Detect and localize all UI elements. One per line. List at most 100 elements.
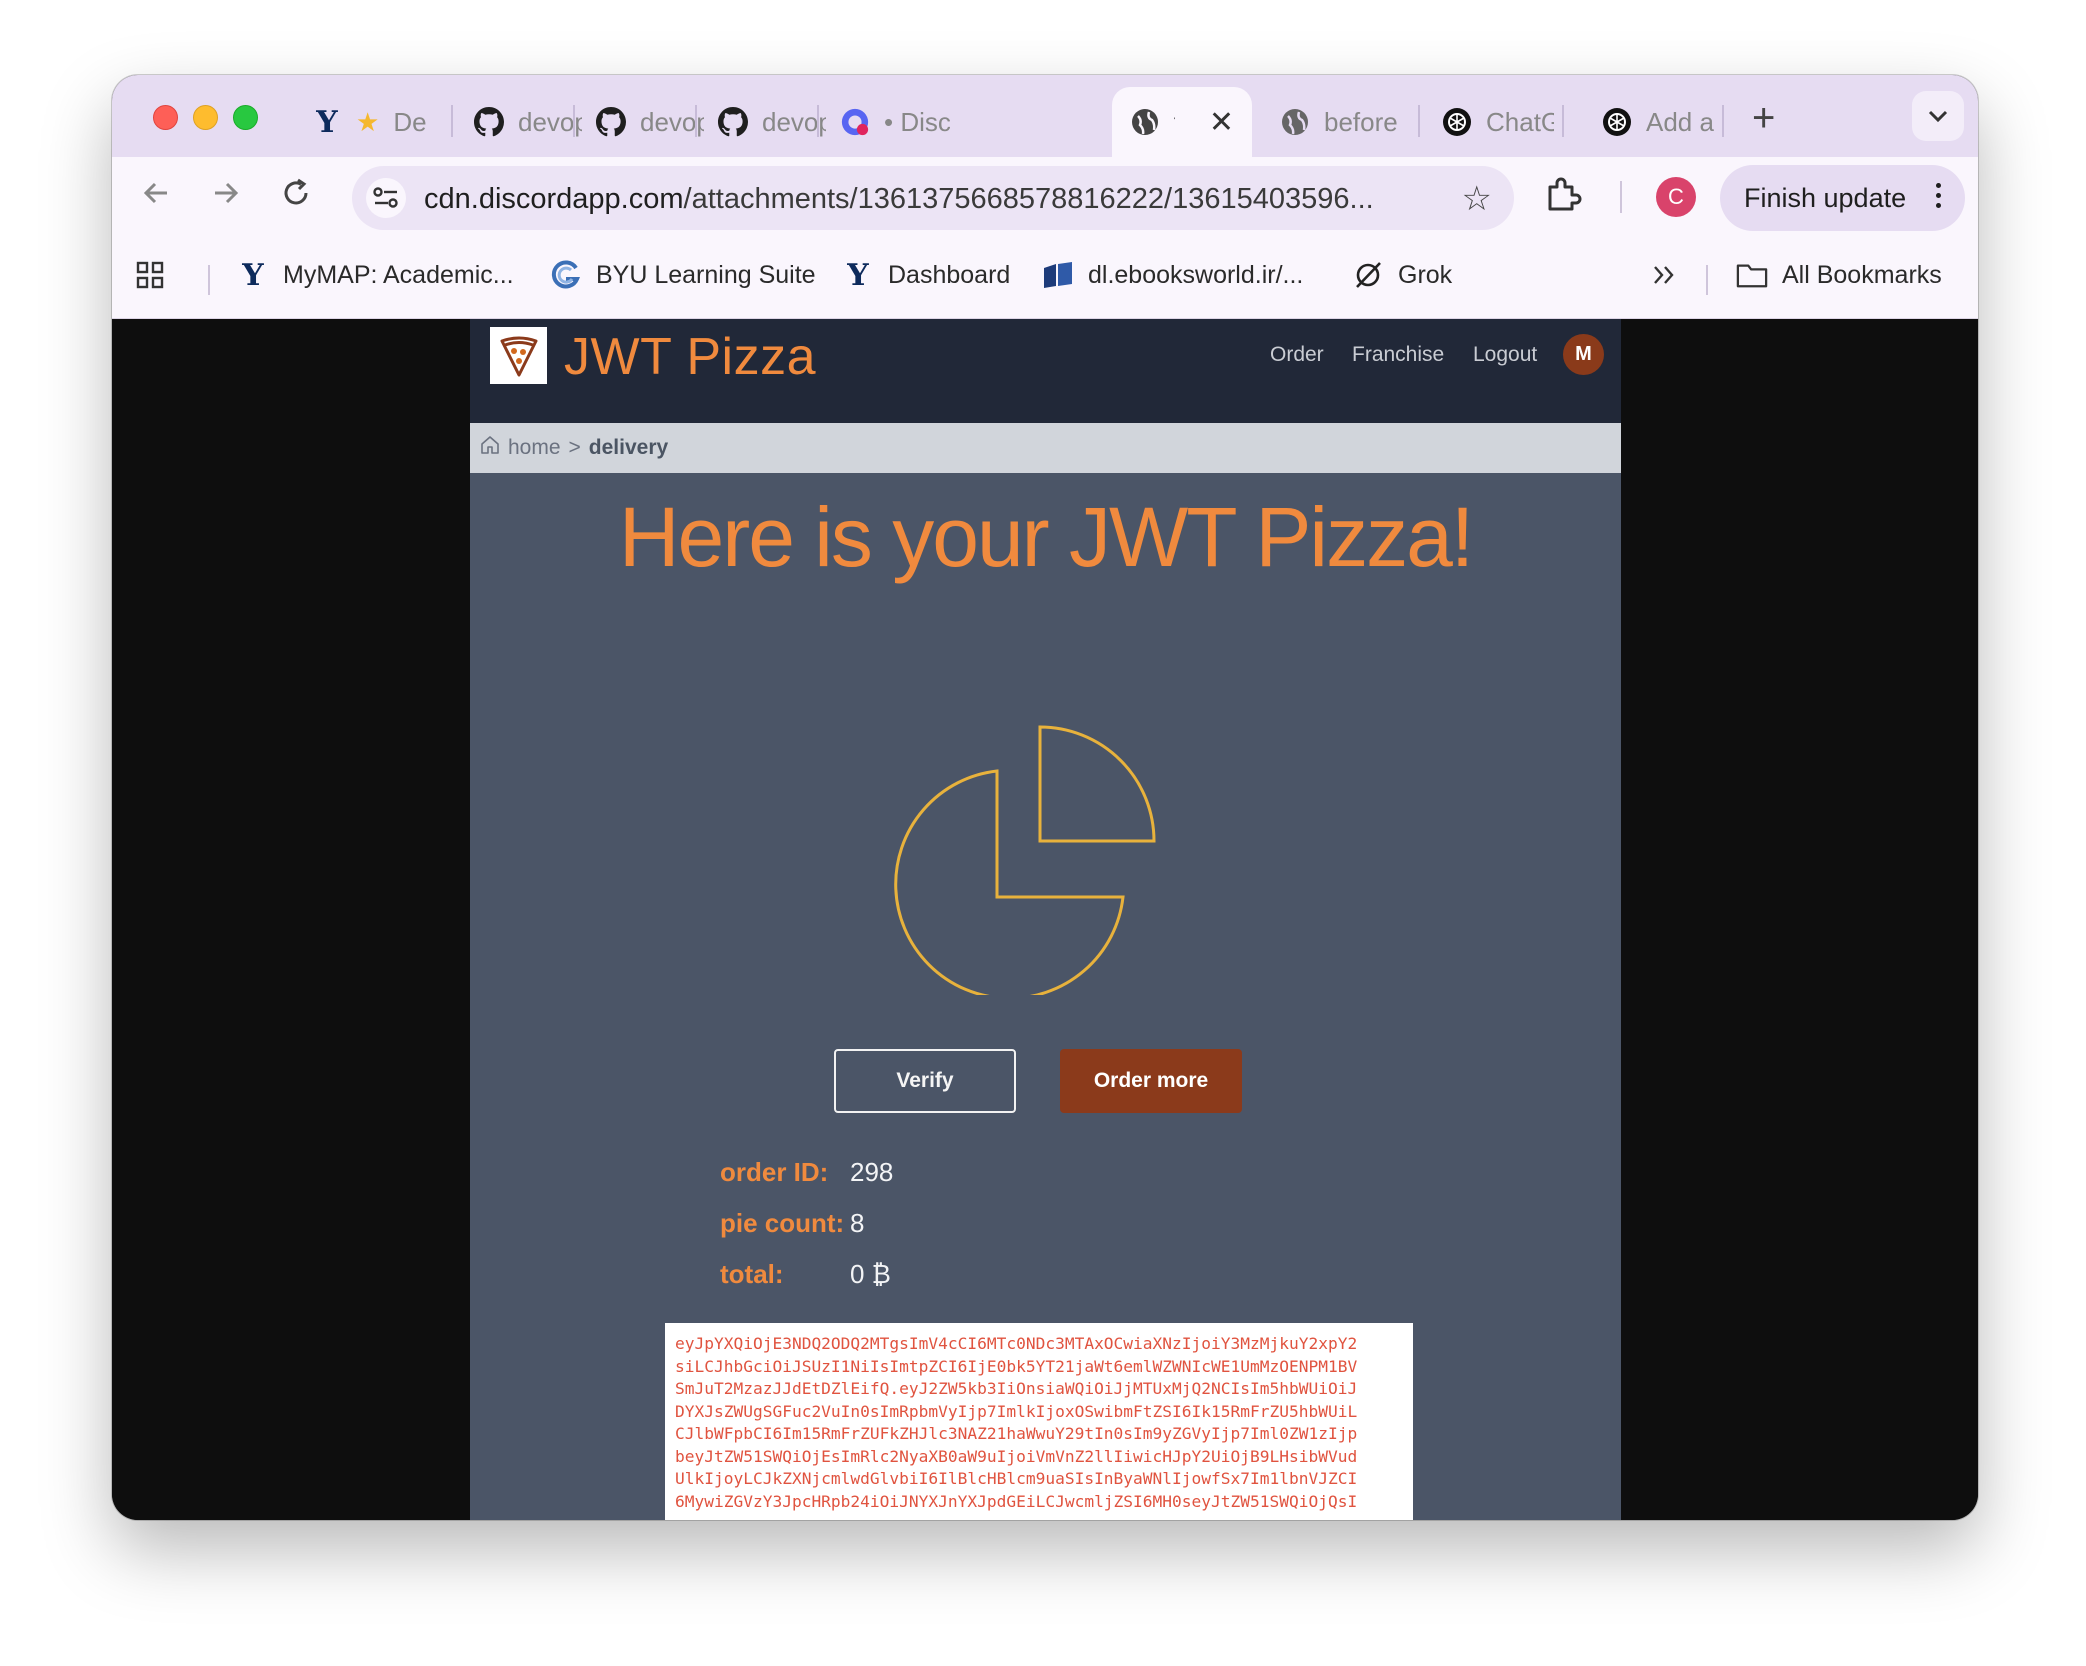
finish-update-button[interactable]: Finish update (1720, 165, 1965, 231)
tab-5-label: • Disc (884, 106, 950, 137)
nav-logout-link[interactable]: Logout (1473, 343, 1537, 367)
bookmark-mymap-label: MyMAP: Academic... (283, 260, 514, 289)
pizza-pie-icon (890, 695, 1190, 1000)
tab-7[interactable]: before (1280, 87, 1410, 157)
pie-count-value: 8 (850, 1208, 865, 1238)
jwt-line: eyJpYXQiOjE3NDQ2ODQ2MTgsImV4cCI6MTc0NDc3… (675, 1334, 1358, 1353)
browser-window: Y ★ De devop devop devop • Disc ✕ before… (112, 75, 1978, 1520)
reload-button[interactable] (272, 173, 320, 221)
globe-icon (1280, 107, 1310, 137)
bookmark-learning-suite-label: BYU Learning Suite (596, 260, 816, 289)
page-title: Here is your JWT Pizza! (618, 490, 1474, 584)
folder-icon (1736, 259, 1768, 291)
url-path: /attachments/1361375668578816222/1361540… (683, 183, 1374, 215)
bookmark-star-icon[interactable]: ☆ (1462, 179, 1492, 219)
more-bookmarks-button[interactable] (1648, 255, 1680, 295)
new-tab-button[interactable]: + (1752, 98, 1775, 138)
extensions-icon[interactable] (1542, 175, 1582, 220)
double-chevron-right-icon (1648, 259, 1680, 291)
jwt-line: DYXJsZWUgSGFuc2VuIn0sImRpbmVyIjp7ImlkIjo… (675, 1401, 1358, 1421)
minimize-window-button[interactable] (193, 105, 218, 130)
breadcrumb-current: delivery (588, 436, 669, 459)
breadcrumb-home-link[interactable]: home (508, 436, 561, 460)
bookmarks-bar: Y MyMAP: Academic... BYU Learning Suite … (112, 237, 1978, 319)
jwt-line: SmJuT2MzazJJdEtDZlEifQ.eyJ2ZW5kb3IiOnsia… (675, 1379, 1358, 1398)
apps-button[interactable] (134, 255, 166, 295)
apps-grid-icon (134, 259, 166, 291)
book-icon (1042, 259, 1074, 291)
all-bookmarks-label: All Bookmarks (1782, 260, 1942, 289)
tab-active[interactable]: fr ✕ (1112, 87, 1252, 157)
tab-2[interactable]: devop (474, 87, 582, 157)
jwt-pizza-app: JWT Pizza Order Franchise Logout M home … (470, 319, 1621, 1520)
jwt-line: beyJtZW51SWQiOjEsImRlc2NyaXB0aW9uIjoiVmV… (675, 1446, 1358, 1466)
page-viewport: JWT Pizza Order Franchise Logout M home … (112, 319, 1978, 1520)
app-header: JWT Pizza Order Franchise Logout M (470, 319, 1621, 423)
jwt-line: UlkIjoyLCJkZXNjcmlwdGlvbiI6IlBlcHBlcm9ua… (675, 1469, 1358, 1488)
tab-separator (1722, 105, 1724, 137)
tab-strip: Y ★ De devop devop devop • Disc ✕ before… (112, 75, 1978, 157)
jwt-token-box: eyJpYXQiOjE3NDQ2ODQ2MTgsImV4cCI6MTc0NDc3… (665, 1323, 1413, 1520)
reload-icon (281, 178, 311, 217)
nav-franchise-link[interactable]: Franchise (1352, 343, 1444, 367)
tab-4[interactable]: devop (718, 87, 826, 157)
tab-5[interactable]: • Disc (840, 87, 950, 157)
tab-separator (573, 105, 575, 137)
bookmark-ebooksworld[interactable]: dl.ebooksworld.ir/... (1042, 255, 1303, 295)
tab-separator (1562, 105, 1564, 137)
forward-arrow-icon (211, 178, 241, 217)
verify-button[interactable]: Verify (834, 1049, 1016, 1113)
star-icon: ★ (356, 106, 380, 137)
jwt-line: 6MywiZGVzY3JpcHRpb24iOiJNYXJnYXJpdGEiLCJ… (675, 1491, 1358, 1511)
github-icon (596, 107, 626, 137)
tab-separator (695, 105, 697, 137)
tab-1[interactable]: Y ★ De (312, 87, 427, 157)
learning-suite-icon (550, 259, 582, 291)
byu-y-icon: Y (847, 257, 869, 293)
toolbar-separator (1620, 181, 1622, 213)
tab-8[interactable]: ChatG (1442, 87, 1554, 157)
tab-separator (451, 105, 453, 137)
order-more-button[interactable]: Order more (1060, 1049, 1242, 1113)
bookmark-grok[interactable]: Grok (1352, 255, 1452, 295)
bookmark-dashboard-label: Dashboard (888, 260, 1011, 289)
nav-order-link[interactable]: Order (1270, 343, 1324, 367)
breadcrumb-separator: > (568, 436, 581, 459)
address-bar[interactable]: cdn.discordapp.com/attachments/136137566… (352, 166, 1514, 230)
pizza-logo-icon[interactable] (490, 327, 547, 384)
profile-avatar[interactable]: C (1656, 177, 1696, 217)
tab-active-label: fr (1174, 107, 1175, 138)
openai-icon (1602, 107, 1632, 137)
user-avatar[interactable]: M (1563, 334, 1604, 375)
app-brand[interactable]: JWT Pizza (564, 327, 816, 387)
tab-9-label: Add a (1646, 106, 1714, 137)
close-window-button[interactable] (153, 105, 178, 130)
tab-search-button[interactable] (1912, 91, 1964, 141)
order-id-label: order ID: (720, 1157, 829, 1187)
tab-1-label: De (393, 106, 427, 137)
close-tab-icon[interactable]: ✕ (1209, 105, 1234, 140)
bookmark-mymap[interactable]: Y MyMAP: Academic... (237, 255, 514, 295)
chevron-down-icon (1927, 103, 1949, 129)
total-label: total: (720, 1259, 784, 1289)
github-icon (718, 107, 748, 137)
url-text: cdn.discordapp.com/attachments/136137566… (424, 183, 1374, 216)
bookmark-learning-suite[interactable]: BYU Learning Suite (550, 255, 816, 295)
grok-icon (1352, 259, 1384, 291)
site-settings-icon[interactable] (366, 178, 406, 218)
maximize-window-button[interactable] (233, 105, 258, 130)
home-icon[interactable] (480, 435, 500, 461)
back-button[interactable] (132, 173, 180, 221)
bookmark-grok-label: Grok (1398, 260, 1453, 289)
all-bookmarks-button[interactable]: All Bookmarks (1736, 255, 1942, 295)
bookmark-ebooksworld-label: dl.ebooksworld.ir/... (1088, 260, 1304, 289)
bookmark-dashboard[interactable]: Y Dashboard (842, 255, 1010, 295)
browser-toolbar: cdn.discordapp.com/attachments/136137566… (112, 157, 1978, 237)
more-menu-icon[interactable] (1936, 183, 1941, 208)
github-icon (474, 107, 504, 137)
discord-icon (840, 107, 870, 137)
byu-y-icon: Y (316, 104, 338, 140)
tab-3[interactable]: devop (596, 87, 704, 157)
tab-9[interactable]: Add a (1602, 87, 1714, 157)
forward-button[interactable] (202, 173, 250, 221)
